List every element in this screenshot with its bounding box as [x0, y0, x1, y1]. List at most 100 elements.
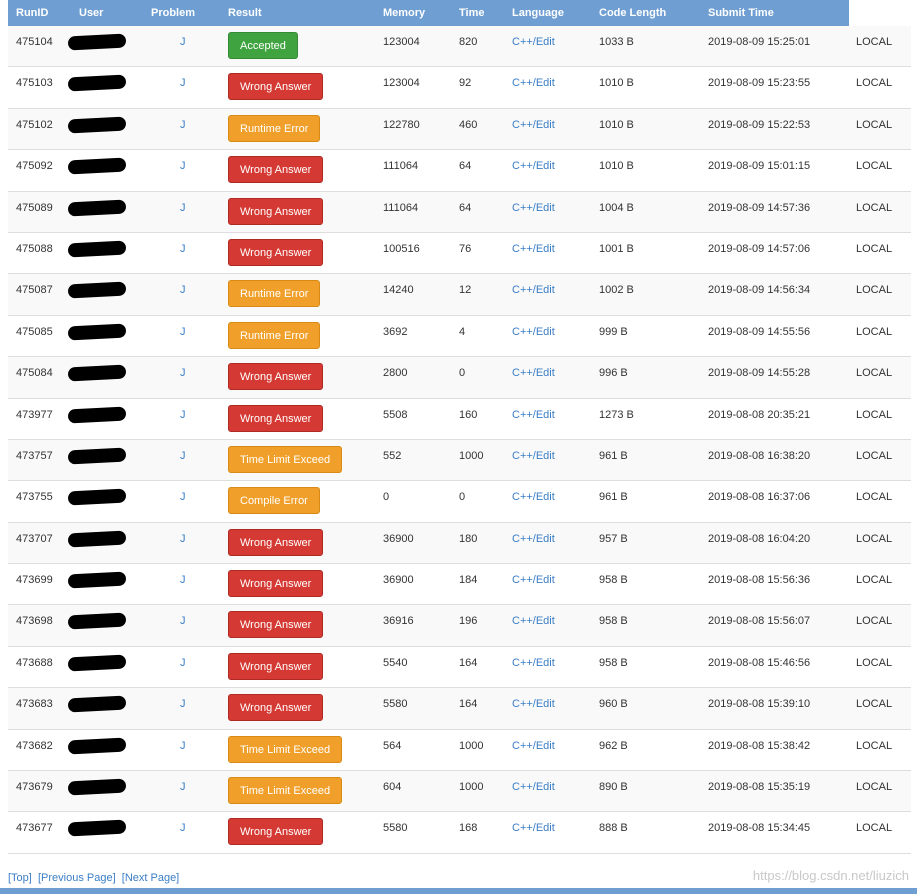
- user-cell-redacted[interactable]: [67, 281, 127, 299]
- user-cell-redacted[interactable]: [67, 33, 127, 51]
- problem-link[interactable]: J: [180, 119, 186, 131]
- result-badge[interactable]: Time Limit Exceed: [228, 777, 343, 805]
- user-cell-redacted[interactable]: [67, 778, 127, 796]
- user-cell-redacted[interactable]: [67, 571, 127, 589]
- language-link[interactable]: C++/Edit: [512, 698, 555, 710]
- runid-cell: 473677: [16, 822, 53, 835]
- result-badge[interactable]: Runtime Error: [228, 280, 321, 308]
- time-cell: 4: [459, 325, 466, 338]
- language-link[interactable]: C++/Edit: [512, 574, 555, 586]
- problem-link[interactable]: J: [180, 202, 186, 214]
- problem-link[interactable]: J: [180, 160, 186, 172]
- language-link[interactable]: C++/Edit: [512, 119, 555, 131]
- user-cell-redacted[interactable]: [67, 819, 127, 837]
- header-code-length[interactable]: Code Length: [599, 0, 666, 26]
- problem-link[interactable]: J: [180, 450, 186, 462]
- user-cell-redacted[interactable]: [67, 447, 127, 465]
- result-badge[interactable]: Runtime Error: [228, 321, 321, 349]
- table-row: 475084 J Wrong Answer 2800 0 C++/Edit 996 B 201…: [8, 357, 911, 399]
- problem-link[interactable]: J: [180, 533, 186, 545]
- user-cell-redacted[interactable]: [67, 488, 127, 506]
- language-link[interactable]: C++/Edit: [512, 77, 555, 89]
- result-badge[interactable]: Wrong Answer: [228, 570, 324, 598]
- header-runid[interactable]: RunID: [16, 0, 48, 26]
- language-link[interactable]: C++/Edit: [512, 615, 555, 627]
- language-link[interactable]: C++/Edit: [512, 326, 555, 338]
- language-link[interactable]: C++/Edit: [512, 533, 555, 545]
- result-badge[interactable]: Wrong Answer: [228, 528, 324, 556]
- problem-link[interactable]: J: [180, 491, 186, 503]
- header-user[interactable]: User: [79, 0, 103, 26]
- user-cell-redacted[interactable]: [67, 364, 127, 382]
- result-badge[interactable]: Wrong Answer: [228, 611, 324, 639]
- problem-link[interactable]: J: [180, 36, 186, 48]
- user-cell-redacted[interactable]: [67, 654, 127, 672]
- header-result[interactable]: Result: [228, 0, 262, 26]
- result-badge[interactable]: Wrong Answer: [228, 652, 324, 680]
- language-link[interactable]: C++/Edit: [512, 450, 555, 462]
- language-link[interactable]: C++/Edit: [512, 284, 555, 296]
- runid-cell: 473755: [16, 491, 53, 504]
- language-link[interactable]: C++/Edit: [512, 409, 555, 421]
- language-link[interactable]: C++/Edit: [512, 243, 555, 255]
- user-cell-redacted[interactable]: [67, 157, 127, 175]
- code-length-cell: 1010 B: [599, 77, 634, 90]
- result-badge[interactable]: Wrong Answer: [228, 404, 324, 432]
- user-cell-redacted[interactable]: [67, 737, 127, 755]
- language-link[interactable]: C++/Edit: [512, 367, 555, 379]
- user-cell-redacted[interactable]: [67, 530, 127, 548]
- problem-link[interactable]: J: [180, 243, 186, 255]
- result-badge[interactable]: Wrong Answer: [228, 818, 324, 846]
- previous-page-link[interactable]: [Previous Page]: [38, 872, 116, 884]
- result-badge[interactable]: Runtime Error: [228, 114, 321, 142]
- problem-link[interactable]: J: [180, 781, 186, 793]
- runid-cell: 473699: [16, 574, 53, 587]
- language-link[interactable]: C++/Edit: [512, 160, 555, 172]
- problem-link[interactable]: J: [180, 284, 186, 296]
- result-badge[interactable]: Wrong Answer: [228, 363, 324, 391]
- header-submit-time[interactable]: Submit Time: [708, 0, 774, 26]
- language-link[interactable]: C++/Edit: [512, 740, 555, 752]
- table-row: 473679 J Time Limit Exceed 604 1000 C++/Edit 8…: [8, 771, 911, 813]
- language-link[interactable]: C++/Edit: [512, 202, 555, 214]
- user-cell-redacted[interactable]: [67, 323, 127, 341]
- user-cell-redacted[interactable]: [67, 240, 127, 258]
- result-badge[interactable]: Wrong Answer: [228, 238, 324, 266]
- problem-link[interactable]: J: [180, 574, 186, 586]
- language-link[interactable]: C++/Edit: [512, 781, 555, 793]
- language-link[interactable]: C++/Edit: [512, 657, 555, 669]
- language-link[interactable]: C++/Edit: [512, 491, 555, 503]
- result-badge[interactable]: Accepted: [228, 32, 298, 59]
- problem-link[interactable]: J: [180, 698, 186, 710]
- result-badge[interactable]: Time Limit Exceed: [228, 735, 343, 763]
- language-link[interactable]: C++/Edit: [512, 36, 555, 48]
- problem-link[interactable]: J: [180, 367, 186, 379]
- problem-link[interactable]: J: [180, 615, 186, 627]
- user-cell-redacted[interactable]: [67, 116, 127, 134]
- problem-link[interactable]: J: [180, 326, 186, 338]
- header-language[interactable]: Language: [512, 0, 564, 26]
- language-link[interactable]: C++/Edit: [512, 822, 555, 834]
- top-link[interactable]: [Top]: [8, 872, 32, 884]
- problem-link[interactable]: J: [180, 409, 186, 421]
- result-badge[interactable]: Wrong Answer: [228, 73, 324, 101]
- user-cell-redacted[interactable]: [67, 199, 127, 217]
- problem-link[interactable]: J: [180, 77, 186, 89]
- problem-link[interactable]: J: [180, 822, 186, 834]
- header-memory[interactable]: Memory: [383, 0, 425, 26]
- result-badge[interactable]: Compile Error: [228, 487, 320, 515]
- judge-cell: LOCAL: [856, 408, 893, 421]
- result-badge[interactable]: Wrong Answer: [228, 197, 324, 225]
- header-time[interactable]: Time: [459, 0, 484, 26]
- user-cell-redacted[interactable]: [67, 406, 127, 424]
- user-cell-redacted[interactable]: [67, 612, 127, 630]
- header-problem[interactable]: Problem: [151, 0, 195, 26]
- user-cell-redacted[interactable]: [67, 695, 127, 713]
- result-badge[interactable]: Time Limit Exceed: [228, 445, 343, 473]
- user-cell-redacted[interactable]: [67, 74, 127, 92]
- result-badge[interactable]: Wrong Answer: [228, 694, 324, 722]
- result-badge[interactable]: Wrong Answer: [228, 156, 324, 184]
- problem-link[interactable]: J: [180, 740, 186, 752]
- next-page-link[interactable]: [Next Page]: [122, 872, 179, 884]
- problem-link[interactable]: J: [180, 657, 186, 669]
